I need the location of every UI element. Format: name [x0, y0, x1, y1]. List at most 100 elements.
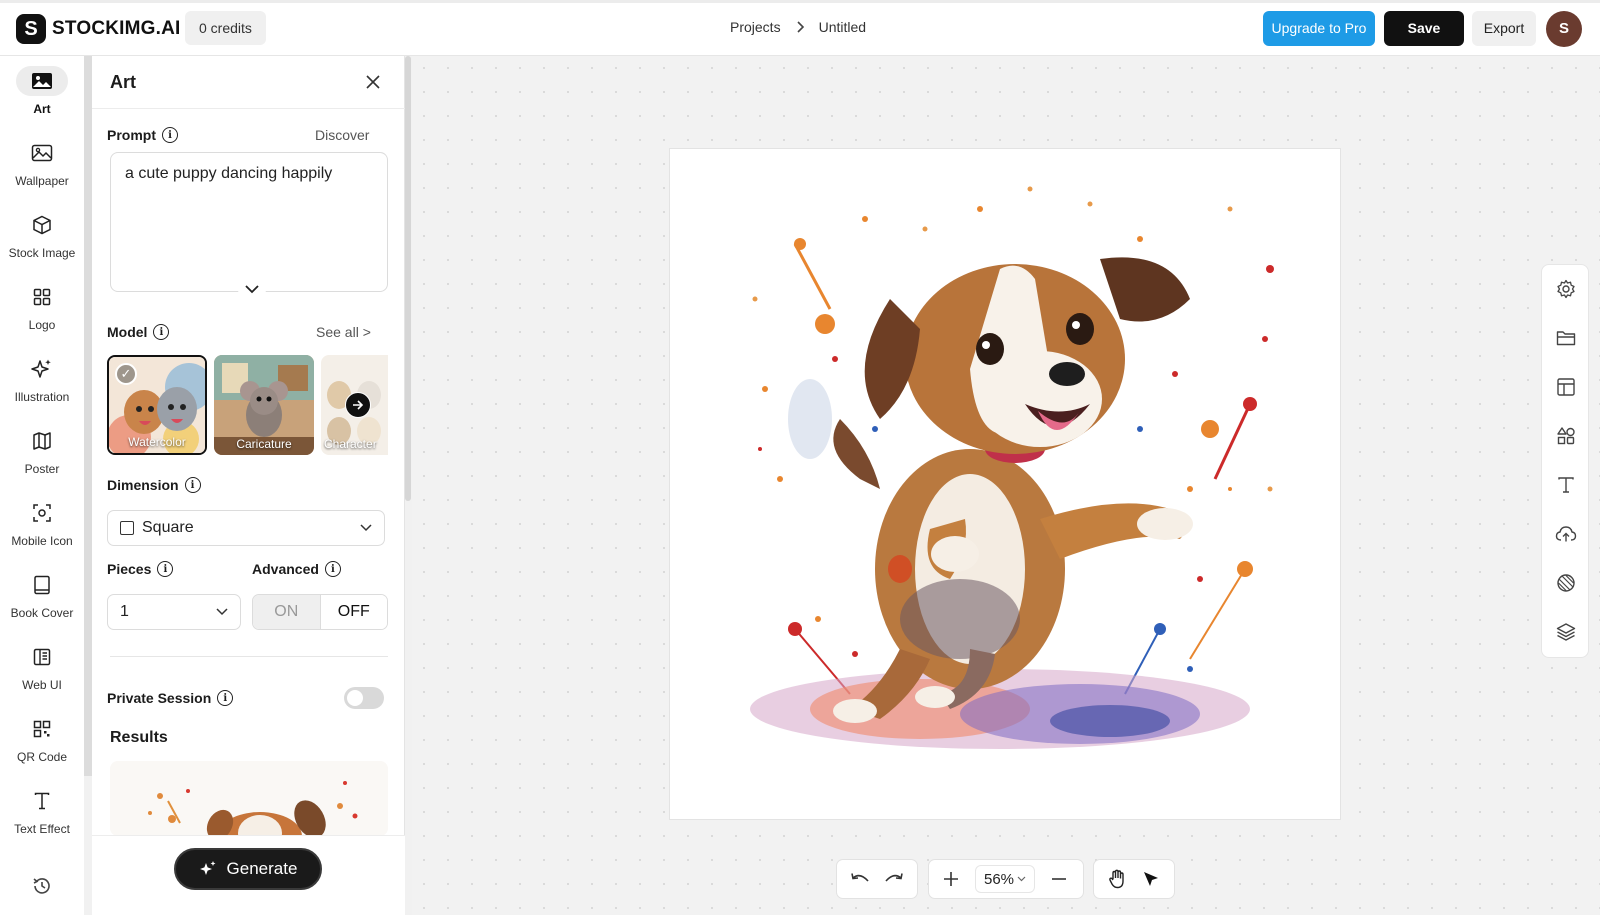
- section-divider: [110, 656, 388, 657]
- model-card-watercolor[interactable]: ✓ Watercolor: [107, 355, 207, 455]
- avatar[interactable]: S: [1546, 11, 1582, 47]
- sidebar-item-poster[interactable]: Poster: [0, 426, 84, 476]
- art-panel: Art Prompt i Discover a cute puppy danci…: [92, 56, 405, 915]
- info-icon[interactable]: i: [162, 127, 178, 143]
- grid-icon: [16, 282, 68, 312]
- generate-label: Generate: [226, 859, 298, 878]
- map-icon: [16, 426, 68, 456]
- upgrade-button[interactable]: Upgrade to Pro: [1263, 11, 1375, 46]
- template-icon[interactable]: [1554, 375, 1578, 399]
- sidebar-item-art[interactable]: Art: [0, 66, 84, 116]
- advanced-off-button[interactable]: OFF: [319, 595, 387, 629]
- sidebar-item-web-ui[interactable]: Web UI: [0, 642, 84, 692]
- chevron-down-icon: [216, 608, 228, 616]
- sidebar-item-label: Book Cover: [10, 606, 74, 620]
- result-thumbnail[interactable]: [110, 761, 388, 836]
- info-icon[interactable]: i: [184, 477, 201, 493]
- hand-icon[interactable]: [1101, 863, 1133, 895]
- sidebar-item-mobile-icon[interactable]: Mobile Icon: [0, 498, 84, 548]
- pieces-label-text: Pieces: [107, 561, 152, 577]
- square-icon: [120, 521, 134, 535]
- result-image: [110, 761, 388, 836]
- dimension-label-text: Dimension: [107, 477, 179, 493]
- model-label-text: Model: [107, 324, 148, 340]
- private-session-label: Private Session i: [107, 690, 234, 706]
- credits-badge[interactable]: 0 credits: [185, 11, 266, 45]
- chevron-down-icon[interactable]: [238, 275, 266, 303]
- zoom-in-icon[interactable]: [935, 863, 967, 895]
- sidebar-item-qr-code[interactable]: QR Code: [0, 714, 84, 764]
- sidebar-item-book-cover[interactable]: Book Cover: [0, 570, 84, 620]
- zoom-out-icon[interactable]: [1043, 863, 1075, 895]
- generated-image: [670, 149, 1340, 819]
- history-icon: [16, 871, 68, 901]
- prompt-input[interactable]: a cute puppy dancing happily: [110, 152, 388, 292]
- close-icon[interactable]: [365, 74, 381, 90]
- info-icon[interactable]: i: [157, 561, 174, 577]
- left-nav-scrollbar[interactable]: [84, 56, 92, 776]
- sidebar-item-wallpaper[interactable]: Wallpaper: [0, 138, 84, 188]
- sidebar-item-label: Art: [33, 102, 51, 116]
- sidebar-item-illustration[interactable]: Illustration: [0, 354, 84, 404]
- arrow-right-icon[interactable]: [345, 392, 371, 418]
- zoom-value: 56%: [984, 870, 1015, 888]
- save-button[interactable]: Save: [1384, 11, 1464, 46]
- undo-icon[interactable]: [844, 863, 876, 895]
- texture-icon[interactable]: [1554, 571, 1578, 595]
- breadcrumb: Projects Untitled: [730, 19, 866, 35]
- sidebar-item-stock-image[interactable]: Stock Image: [0, 210, 84, 260]
- upload-cloud-icon[interactable]: [1554, 522, 1578, 546]
- model-card-caricature[interactable]: Caricature: [214, 355, 314, 455]
- history-controls: [836, 859, 918, 899]
- sidebar-item-label: Poster: [24, 462, 60, 476]
- dimension-value: Square: [142, 519, 194, 536]
- sidebar-item-text-effect[interactable]: Text Effect: [0, 786, 84, 836]
- left-nav: Art Wallpaper Stock Image Logo Illustrat…: [0, 56, 84, 915]
- breadcrumb-current[interactable]: Untitled: [819, 19, 866, 35]
- pieces-select[interactable]: 1: [107, 594, 241, 630]
- discover-link[interactable]: Discover: [315, 127, 369, 143]
- export-button[interactable]: Export: [1472, 11, 1536, 46]
- cursor-icon[interactable]: [1135, 863, 1167, 895]
- generate-button[interactable]: Generate: [174, 848, 322, 890]
- sidebar-item-label: Text Effect: [14, 822, 70, 836]
- private-session-label-text: Private Session: [107, 690, 212, 706]
- text-icon[interactable]: [1554, 473, 1578, 497]
- book-icon: [16, 570, 68, 600]
- pieces-value: 1: [120, 603, 129, 620]
- tool-controls: [1093, 859, 1175, 899]
- info-icon[interactable]: i: [217, 690, 234, 706]
- advanced-toggle: ON OFF: [252, 594, 388, 630]
- sidebar-item-logo[interactable]: Logo: [0, 282, 84, 332]
- private-session-toggle[interactable]: [344, 687, 384, 709]
- folder-icon[interactable]: [1554, 326, 1578, 350]
- shapes-icon[interactable]: [1554, 424, 1578, 448]
- zoom-select[interactable]: 56%: [975, 865, 1036, 893]
- dimension-select[interactable]: Square: [107, 510, 385, 546]
- model-card-character[interactable]: Character: [321, 355, 388, 455]
- see-all-link[interactable]: See all >: [316, 324, 371, 340]
- info-icon[interactable]: i: [324, 561, 341, 577]
- panel-scrollbar[interactable]: [405, 56, 411, 501]
- sidebar-item-label: Mobile Icon: [11, 534, 73, 548]
- advanced-label-text: Advanced: [252, 561, 319, 577]
- panel-title: Art: [110, 72, 136, 92]
- artboard[interactable]: [669, 148, 1341, 820]
- generate-bar: Generate: [92, 835, 405, 915]
- breadcrumb-separator: [795, 21, 805, 33]
- check-icon: ✓: [115, 363, 137, 385]
- logo-mark: S: [16, 14, 46, 44]
- settings-icon[interactable]: [1554, 277, 1578, 301]
- app-name: STOCKIMG.AI: [52, 18, 181, 39]
- dimension-label: Dimension i: [107, 477, 201, 493]
- redo-icon[interactable]: [878, 863, 910, 895]
- panel-divider: [92, 108, 405, 109]
- breadcrumb-projects[interactable]: Projects: [730, 19, 781, 35]
- qr-icon: [16, 714, 68, 744]
- history-button[interactable]: [0, 871, 84, 901]
- advanced-on-button[interactable]: ON: [253, 595, 320, 629]
- model-name: Character: [324, 437, 377, 451]
- info-icon[interactable]: i: [153, 324, 170, 340]
- app-logo[interactable]: S STOCKIMG.AI: [16, 14, 181, 44]
- layers-icon[interactable]: [1554, 620, 1578, 644]
